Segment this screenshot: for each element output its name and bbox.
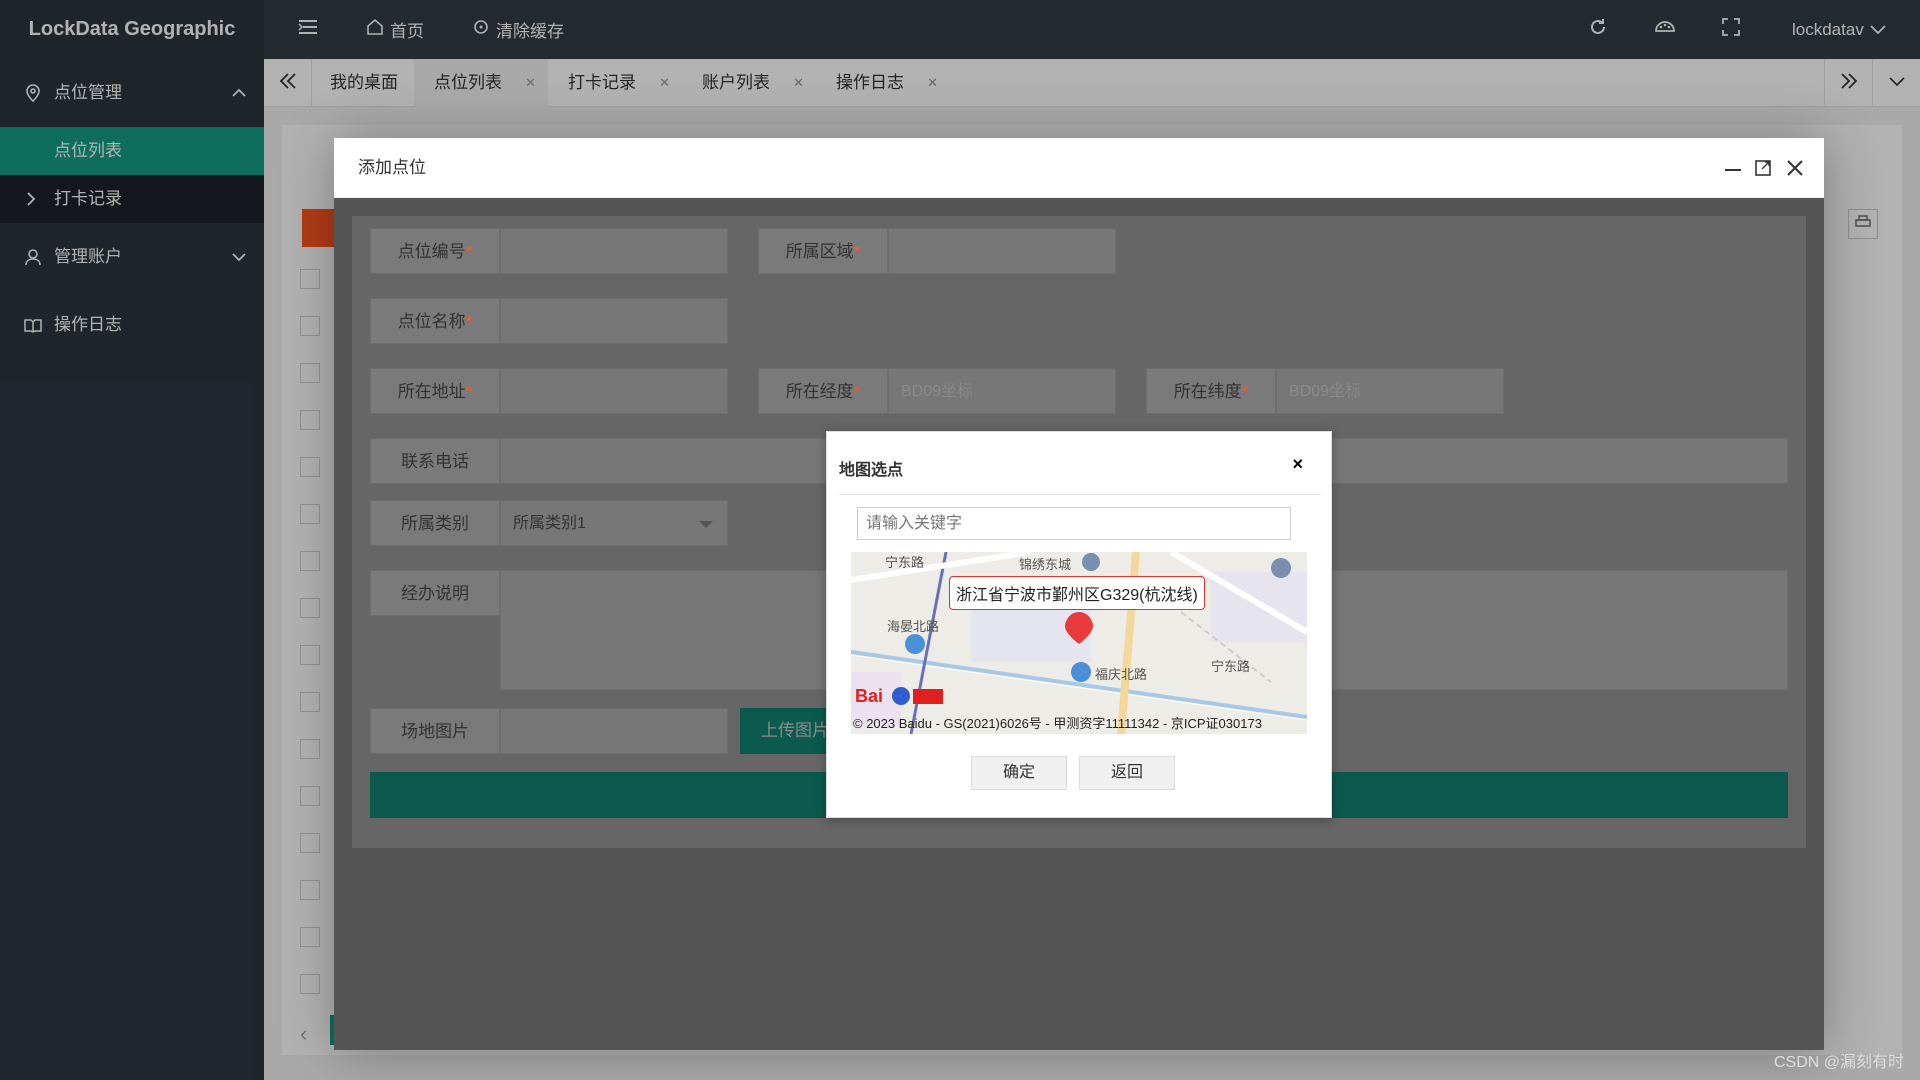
field-label: 所在纬度* [1146, 368, 1276, 414]
field-label: 点位名称* [370, 298, 500, 344]
field-label-text: 点位名称 [397, 312, 466, 331]
point-code-input[interactable] [500, 228, 728, 274]
map-street-label: 海晏北路 [887, 619, 940, 634]
image-input[interactable] [500, 708, 728, 754]
field-label: 所在地址* [370, 368, 500, 414]
category-value: 所属类别1 [513, 515, 586, 532]
map-copyright: © 2023 Baidu - GS(2021)6026号 - 甲测资字11111… [853, 716, 1262, 731]
map-poi-label: 锦绣东城 [1019, 557, 1072, 572]
field-label: 经办说明 [370, 570, 500, 616]
confirm-button[interactable]: 确定 [971, 756, 1067, 790]
caret-down-icon [699, 521, 713, 528]
region-field: 所属区域* [758, 228, 1116, 274]
field-label: 所属区域* [758, 228, 888, 274]
map-street-label: 福庆北路 [1095, 667, 1148, 682]
field-label: 所在经度* [758, 368, 888, 414]
baidu-map-logo: Bai [855, 684, 945, 708]
field-label: 场地图片 [370, 708, 500, 754]
minimize-icon[interactable] [1724, 138, 1742, 198]
field-label-text: 所属区域 [785, 242, 854, 261]
point-name-field: 点位名称* [370, 298, 728, 344]
category-field: 所属类别 所属类别1 [370, 500, 728, 546]
dialog-title-bar: 添加点位 [334, 138, 1824, 198]
region-input[interactable] [888, 228, 1116, 274]
latitude-input[interactable]: BD09坐标 [1276, 368, 1504, 414]
close-icon[interactable]: × [1292, 454, 1303, 475]
required-mark: * [1241, 382, 1249, 401]
point-name-input[interactable] [500, 298, 728, 344]
field-label: 联系电话 [370, 438, 500, 484]
back-button[interactable]: 返回 [1079, 756, 1175, 790]
field-label-text: 点位编号 [397, 242, 466, 261]
divider [839, 494, 1321, 495]
map-search-input[interactable] [857, 507, 1291, 540]
field-label-text: 场地图片 [401, 722, 469, 741]
field-label-text: 所在纬度 [1173, 382, 1242, 401]
latitude-field: 所在纬度* BD09坐标 [1146, 368, 1504, 414]
description-field: 经办说明 [370, 570, 500, 616]
category-select[interactable]: 所属类别1 [500, 500, 728, 546]
longitude-field: 所在经度* BD09坐标 [758, 368, 1116, 414]
map-picker-dialog: 地图选点 × 宁东路 锦绣东城 海晏北路 福庆北路 宁东路 浙江省宁波市鄞州区G… [826, 431, 1332, 818]
field-label-text: 所在经度 [785, 382, 854, 401]
maximize-icon[interactable] [1754, 138, 1772, 198]
longitude-input[interactable]: BD09坐标 [888, 368, 1116, 414]
map-street-label: 宁东路 [1211, 659, 1251, 674]
required-mark: * [465, 242, 473, 261]
required-mark: * [853, 382, 861, 401]
required-mark: * [853, 242, 861, 261]
image-field: 场地图片 [370, 708, 728, 754]
map-street-label: 宁东路 [885, 555, 925, 570]
dialog-title: 添加点位 [358, 158, 426, 177]
field-label-text: 经办说明 [401, 584, 469, 603]
svg-text:Bai: Bai [855, 686, 883, 706]
map-view[interactable]: 宁东路 锦绣东城 海晏北路 福庆北路 宁东路 浙江省宁波市鄞州区G329(杭沈线… [851, 552, 1307, 734]
field-label-text: 联系电话 [401, 452, 469, 471]
field-label: 点位编号* [370, 228, 500, 274]
field-label: 所属类别 [370, 500, 500, 546]
field-label-text: 所属类别 [401, 514, 469, 533]
address-input[interactable] [500, 368, 728, 414]
required-mark: * [465, 382, 473, 401]
map-address-label: 浙江省宁波市鄞州区G329(杭沈线) [949, 576, 1205, 610]
map-dialog-title: 地图选点 [839, 462, 904, 479]
point-code-field: 点位编号* [370, 228, 728, 274]
field-label-text: 所在地址 [397, 382, 466, 401]
close-icon[interactable] [1786, 138, 1804, 198]
address-field: 所在地址* [370, 368, 728, 414]
required-mark: * [465, 312, 473, 331]
watermark: CSDN @漏刻有时 [1773, 1054, 1904, 1071]
